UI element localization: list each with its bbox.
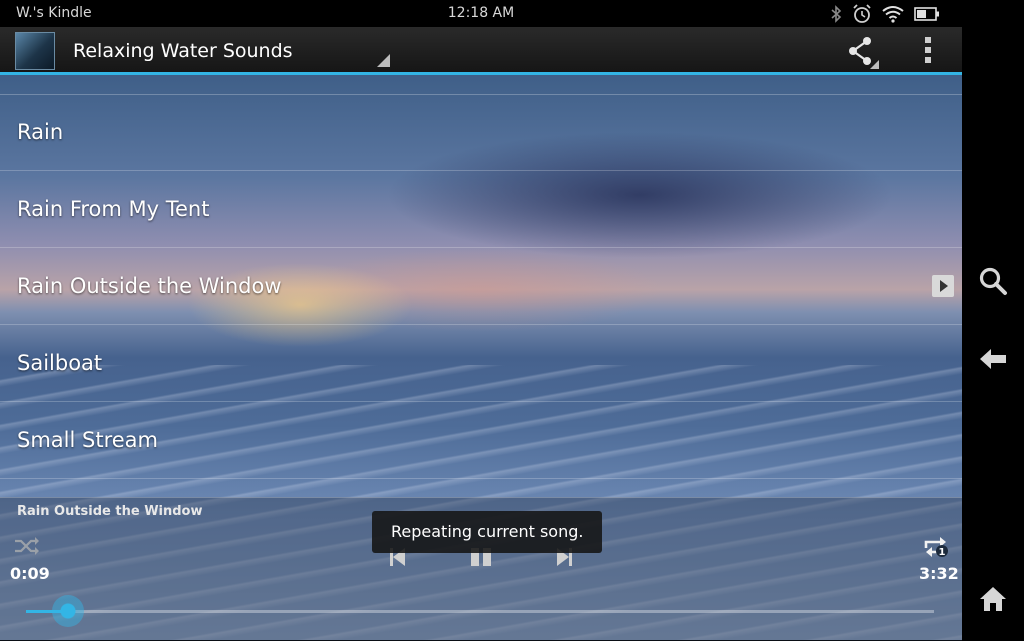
track-label: Rain bbox=[17, 120, 64, 144]
search-icon[interactable] bbox=[978, 266, 1008, 296]
alarm-icon bbox=[853, 4, 871, 23]
track-label: Small Stream bbox=[17, 428, 158, 452]
total-time: 3:32 bbox=[919, 564, 959, 583]
track-label: Rain From My Tent bbox=[17, 197, 210, 221]
bluetooth-icon bbox=[831, 5, 842, 23]
status-icons bbox=[830, 4, 940, 24]
now-playing-icon bbox=[932, 275, 954, 297]
dropdown-caret-icon bbox=[377, 54, 390, 67]
playlist-title-dropdown[interactable]: Relaxing Water Sounds bbox=[73, 40, 293, 62]
overflow-menu-icon[interactable] bbox=[916, 35, 940, 65]
back-icon[interactable] bbox=[978, 344, 1008, 374]
toast-message: Repeating current song. bbox=[372, 511, 603, 553]
seek-bar[interactable] bbox=[26, 595, 934, 627]
track-row[interactable]: Rain From My Tent bbox=[0, 171, 962, 248]
now-playing-title: Rain Outside the Window bbox=[17, 504, 203, 519]
share-icon[interactable] bbox=[843, 33, 879, 69]
repeat-one-icon[interactable]: 1 bbox=[922, 536, 950, 558]
track-label: Sailboat bbox=[17, 351, 103, 375]
album-art-icon[interactable] bbox=[15, 32, 55, 70]
repeat-badge: 1 bbox=[939, 547, 946, 558]
action-bar: Relaxing Water Sounds bbox=[0, 27, 962, 75]
track-row[interactable]: Small Stream bbox=[0, 402, 962, 479]
seek-thumb[interactable] bbox=[51, 595, 84, 627]
shuffle-icon[interactable] bbox=[14, 536, 40, 556]
elapsed-time: 0:09 bbox=[10, 564, 50, 583]
status-bar: W.'s Kindle 12:18 AM bbox=[0, 0, 962, 27]
battery-icon bbox=[914, 7, 939, 21]
track-row[interactable]: Rain bbox=[0, 94, 962, 171]
track-row-now-playing[interactable]: Rain Outside the Window bbox=[0, 248, 962, 325]
home-icon[interactable] bbox=[978, 584, 1008, 614]
system-nav-bar bbox=[962, 0, 1024, 640]
track-label: Rain Outside the Window bbox=[17, 274, 282, 298]
track-row[interactable]: Sailboat bbox=[0, 325, 962, 402]
wifi-icon bbox=[882, 6, 904, 23]
track-list: Rain Rain From My Tent Rain Outside the … bbox=[0, 94, 962, 479]
status-time: 12:18 AM bbox=[447, 5, 515, 21]
